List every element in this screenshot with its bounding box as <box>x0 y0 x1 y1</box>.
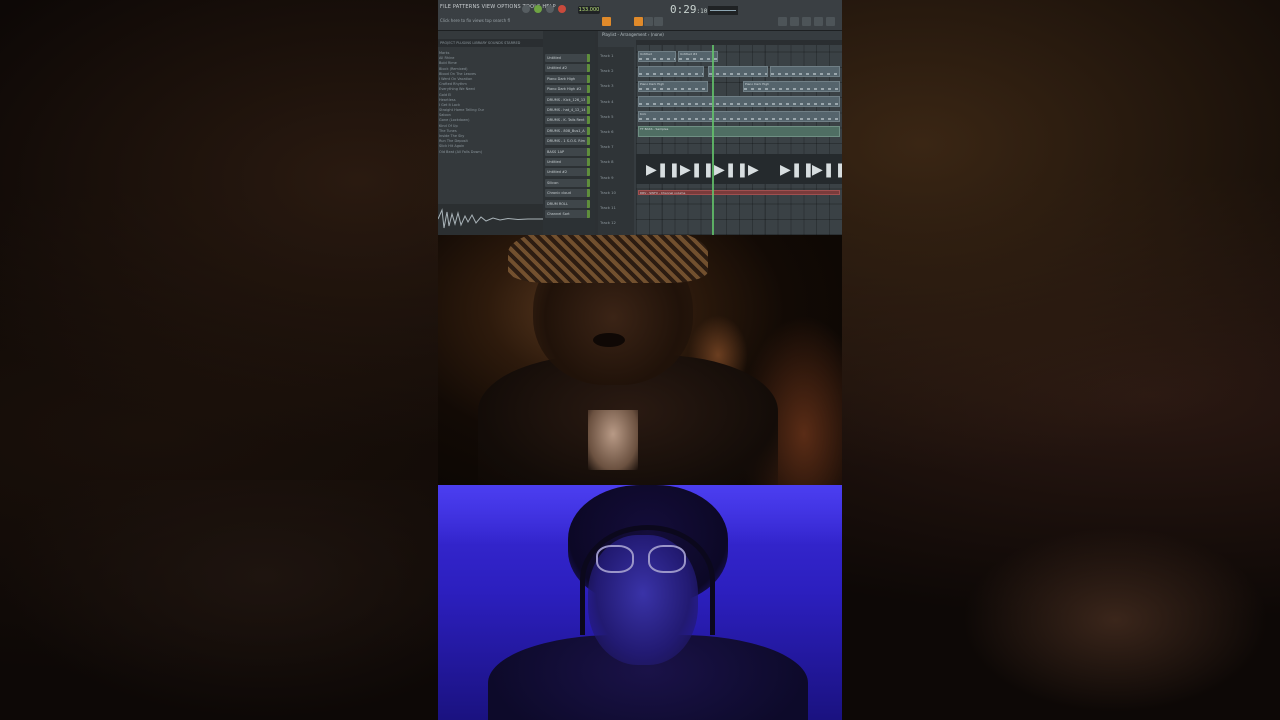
rapper-shirt <box>588 410 638 470</box>
rapper-headwrap <box>508 235 708 283</box>
clip-untitled[interactable]: Untitled <box>638 51 676 62</box>
rapper-mouth <box>593 333 625 347</box>
wait-icon[interactable] <box>644 17 653 26</box>
track-header[interactable]: Track 2 <box>600 68 614 73</box>
headphones <box>580 525 715 635</box>
piano-roll-icon[interactable] <box>802 17 811 26</box>
waveform-preview <box>438 204 543 235</box>
track-header[interactable]: Track 4 <box>600 99 614 104</box>
channel-button[interactable]: Channel Sort <box>545 210 590 218</box>
playlist-window: Playlist - Arrangement › (none) Track 1T… <box>598 31 842 235</box>
pattern-song-toggle[interactable] <box>522 5 530 13</box>
channel-button[interactable]: Untitled <box>545 158 590 166</box>
channel-button[interactable]: Piano Dark High #2 <box>545 85 590 94</box>
clip-piano-dark-high[interactable]: Piano Dark High <box>638 81 708 92</box>
channel-button[interactable]: DRUMS - Kick_126_13 <box>545 95 590 104</box>
browser-list: Marks All Rhine Bold Rime Block (Remixed) Bl… <box>439 51 484 155</box>
play-icon: ▶ <box>748 162 759 178</box>
track-header[interactable]: Track 8 <box>600 159 614 164</box>
channel-button[interactable]: Piano Dark High <box>545 74 590 83</box>
song-time-display: 0:29:10 <box>670 3 708 16</box>
channel-button[interactable]: DRUMS - K. Tails Rent <box>545 116 590 125</box>
channel-button[interactable]: DRUMS - hat_4_12_14 <box>545 106 590 114</box>
clip-tt-bass[interactable]: TT BASS - Samples <box>638 126 840 137</box>
clip-track-2c[interactable] <box>770 66 840 77</box>
clip-automation[interactable]: DRV - SWFX - Channel volume <box>638 190 840 195</box>
track-header[interactable]: Track 11 <box>600 205 616 210</box>
clip-track-5[interactable]: Kick <box>638 111 840 122</box>
eyeglasses <box>596 545 688 575</box>
track-header[interactable]: Track 12 <box>600 220 616 225</box>
waveform-svg <box>438 208 543 229</box>
webcam-frame <box>438 485 842 720</box>
left-lens <box>596 545 634 573</box>
track-header-column: Track 1 Track 2 Track 3 Track 4 Track 5 Track… <box>598 47 634 235</box>
vertical-video-column: FILE PATTERNS VIEW OPTIONS TOOLS HELP Cl… <box>438 0 842 720</box>
plugin-icon[interactable] <box>826 17 835 26</box>
clip-piano-dark-high-2[interactable]: Piano Dark High <box>743 81 840 92</box>
background-glow-hand <box>950 520 1280 720</box>
daw-toolbar: FILE PATTERNS VIEW OPTIONS TOOLS HELP Cl… <box>438 0 842 31</box>
play-pause-icon-4: ▶❚❚ <box>780 162 815 178</box>
hint-bar: Click here to fix views top search fl <box>440 18 511 23</box>
channel-rack: Untitled Untitled #2 Piano Dark High Piano … <box>543 31 595 235</box>
channel-button[interactable]: Untitled #2 <box>545 64 590 73</box>
track-header[interactable]: Track 3 <box>600 83 614 88</box>
cpu-monitor <box>708 6 738 15</box>
browser-icon[interactable] <box>814 17 823 26</box>
countdown-icon[interactable] <box>654 17 663 26</box>
channel-button[interactable]: BASS 1AP <box>545 147 590 156</box>
channel-button[interactable]: Silicon <box>545 178 590 187</box>
channel-button[interactable]: DRUM ROLL <box>545 199 590 208</box>
play-pause-icon-3: ▶❚❚ <box>714 162 749 178</box>
record-button[interactable] <box>558 5 566 13</box>
track-header[interactable]: Track 9 <box>600 175 614 180</box>
track-header[interactable]: Track 7 <box>600 144 614 149</box>
channel-rack-icon[interactable] <box>790 17 799 26</box>
play-button[interactable] <box>534 5 542 13</box>
clip-track-2b[interactable] <box>708 66 768 77</box>
background-glow-left <box>0 480 440 720</box>
channel-button[interactable]: DRUMS - 1 S.O.S. Rim <box>545 137 590 146</box>
music-video-frame <box>438 235 842 485</box>
clip-track-4[interactable] <box>638 96 840 107</box>
clip-track-2[interactable] <box>638 66 704 77</box>
browser-item[interactable]: Old Beat (All Falls Down) <box>439 150 484 155</box>
playhead[interactable] <box>712 45 714 235</box>
playlist-title: Playlist - Arrangement › (none) <box>602 32 664 37</box>
track-header[interactable]: Track 6 <box>600 129 614 134</box>
track-header[interactable]: Track 10 <box>600 190 616 195</box>
right-lens <box>648 545 686 573</box>
tempo-display[interactable]: 133.000 <box>578 6 600 14</box>
play-pause-icon-2: ▶❚❚ <box>680 162 715 178</box>
play-pause-icon-5: ▶❚❚ <box>812 162 842 178</box>
track-header[interactable]: Track 1 <box>600 53 614 58</box>
play-pause-icon-1: ▶❚❚ <box>646 162 681 178</box>
channel-button[interactable]: Untitled <box>545 54 590 62</box>
channel-button[interactable]: Untitled #2 <box>545 168 590 177</box>
daw-screen: FILE PATTERNS VIEW OPTIONS TOOLS HELP Cl… <box>438 0 842 235</box>
channel-button[interactable]: Chronic cloud <box>545 189 590 198</box>
browser-panel: PROJECT PLUGINS LIBRARY SOUNDS STARRED M… <box>438 31 545 235</box>
channel-button[interactable]: DRUMS - 808_Bus1_A <box>545 126 590 135</box>
snap-icon[interactable] <box>602 17 611 26</box>
track-header[interactable]: Track 5 <box>600 114 614 119</box>
metronome-icon[interactable] <box>634 17 643 26</box>
mixer-icon[interactable] <box>778 17 787 26</box>
browser-tabs[interactable]: PROJECT PLUGINS LIBRARY SOUNDS STARRED <box>438 39 545 47</box>
stop-button[interactable] <box>546 5 554 13</box>
